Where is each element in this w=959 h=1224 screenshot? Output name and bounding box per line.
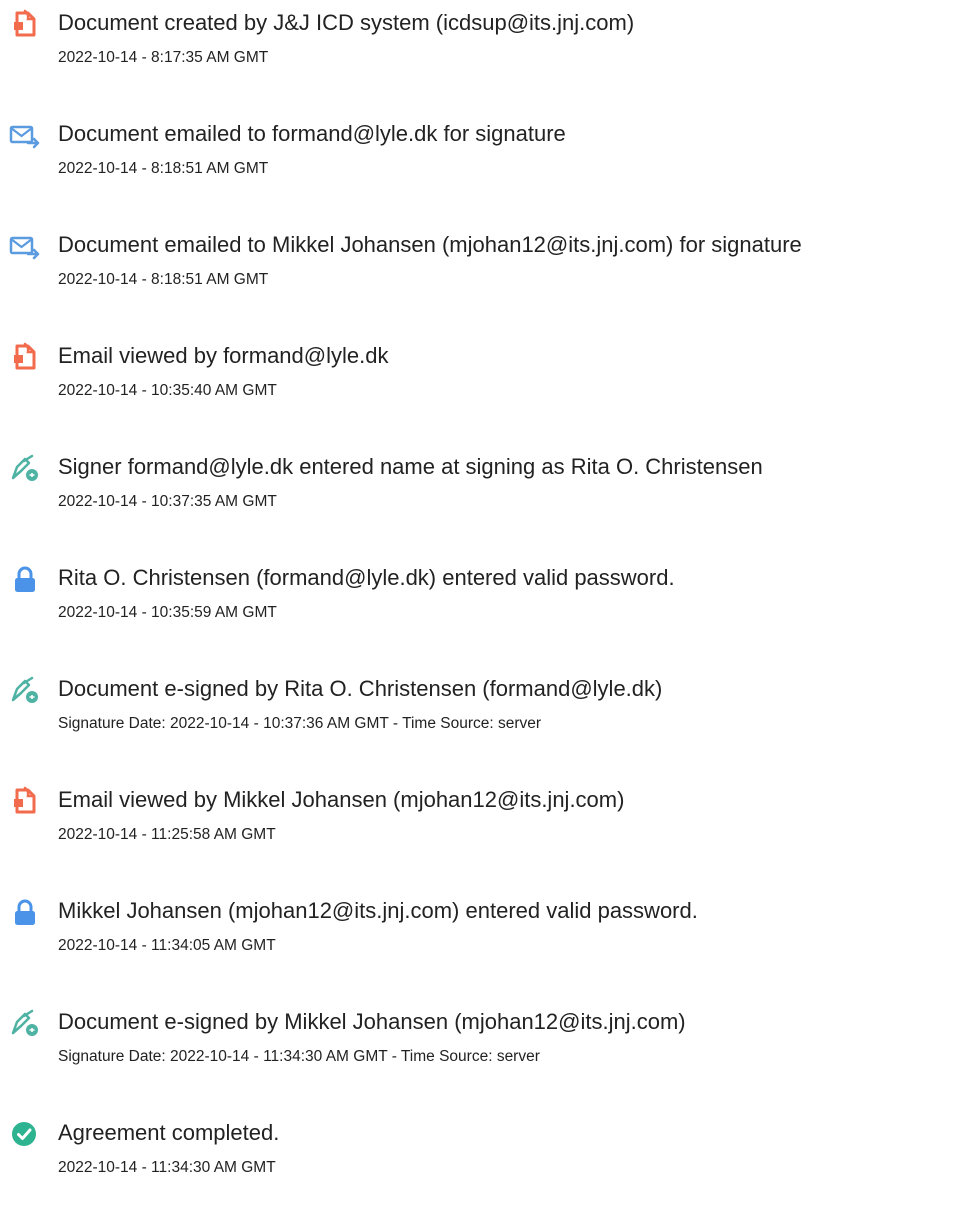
document-icon — [8, 342, 42, 372]
event-email-viewed: Email viewed by formand@lyle.dk 2022-10-… — [0, 333, 959, 423]
event-document-signed: Document e-signed by Mikkel Johansen (mj… — [0, 999, 959, 1089]
lock-icon — [8, 897, 42, 927]
event-name-entered: Signer formand@lyle.dk entered name at s… — [0, 444, 959, 534]
event-agreement-completed: Agreement completed. 2022-10-14 - 11:34:… — [0, 1110, 959, 1200]
event-password-entered: Rita O. Christensen (formand@lyle.dk) en… — [0, 555, 959, 645]
event-timestamp: 2022-10-14 - 11:34:05 AM GMT — [58, 937, 276, 954]
event-timestamp: 2022-10-14 - 11:25:58 AM GMT — [58, 826, 276, 843]
document-icon — [8, 786, 42, 816]
audit-event-list: Document created by J&J ICD system (icds… — [0, 0, 959, 1224]
event-title: Agreement completed. — [58, 1120, 280, 1145]
event-timestamp: 2022-10-14 - 8:18:51 AM GMT — [58, 160, 269, 177]
signature-pen-icon — [8, 453, 42, 483]
event-title: Mikkel Johansen (mjohan12@its.jnj.com) e… — [58, 898, 698, 923]
event-timestamp: 2022-10-14 - 8:17:35 AM GMT — [58, 49, 269, 66]
event-signature-date: Signature Date: 2022-10-14 - 10:37:36 AM… — [58, 715, 542, 732]
event-timestamp: 2022-10-14 - 10:37:35 AM GMT — [58, 493, 277, 510]
event-document-created: Document created by J&J ICD system (icds… — [0, 0, 959, 90]
email-send-icon — [8, 231, 42, 261]
event-document-emailed: Document emailed to formand@lyle.dk for … — [0, 111, 959, 201]
event-title: Document created by J&J ICD system (icds… — [58, 10, 635, 35]
event-title: Document emailed to Mikkel Johansen (mjo… — [58, 232, 802, 257]
event-title: Rita O. Christensen (formand@lyle.dk) en… — [58, 565, 675, 590]
event-title: Email viewed by formand@lyle.dk — [58, 343, 389, 368]
event-title: Document e-signed by Rita O. Christensen… — [58, 676, 663, 701]
document-icon — [8, 9, 42, 39]
signature-pen-icon — [8, 1008, 42, 1038]
signature-pen-icon — [8, 675, 42, 705]
event-email-viewed: Email viewed by Mikkel Johansen (mjohan1… — [0, 777, 959, 867]
event-timestamp: 2022-10-14 - 11:34:30 AM GMT — [58, 1159, 276, 1176]
checkmark-circle-icon — [8, 1119, 42, 1149]
event-password-entered: Mikkel Johansen (mjohan12@its.jnj.com) e… — [0, 888, 959, 978]
event-title: Document e-signed by Mikkel Johansen (mj… — [58, 1009, 686, 1034]
email-send-icon — [8, 120, 42, 150]
event-timestamp: 2022-10-14 - 10:35:40 AM GMT — [58, 382, 277, 399]
event-signature-date: Signature Date: 2022-10-14 - 11:34:30 AM… — [58, 1048, 540, 1065]
event-timestamp: 2022-10-14 - 10:35:59 AM GMT — [58, 604, 277, 621]
event-title: Signer formand@lyle.dk entered name at s… — [58, 454, 763, 479]
event-timestamp: 2022-10-14 - 8:18:51 AM GMT — [58, 271, 269, 288]
event-document-emailed: Document emailed to Mikkel Johansen (mjo… — [0, 222, 959, 312]
event-title: Document emailed to formand@lyle.dk for … — [58, 121, 566, 146]
event-title: Email viewed by Mikkel Johansen (mjohan1… — [58, 787, 625, 812]
event-document-signed: Document e-signed by Rita O. Christensen… — [0, 666, 959, 756]
lock-icon — [8, 564, 42, 594]
